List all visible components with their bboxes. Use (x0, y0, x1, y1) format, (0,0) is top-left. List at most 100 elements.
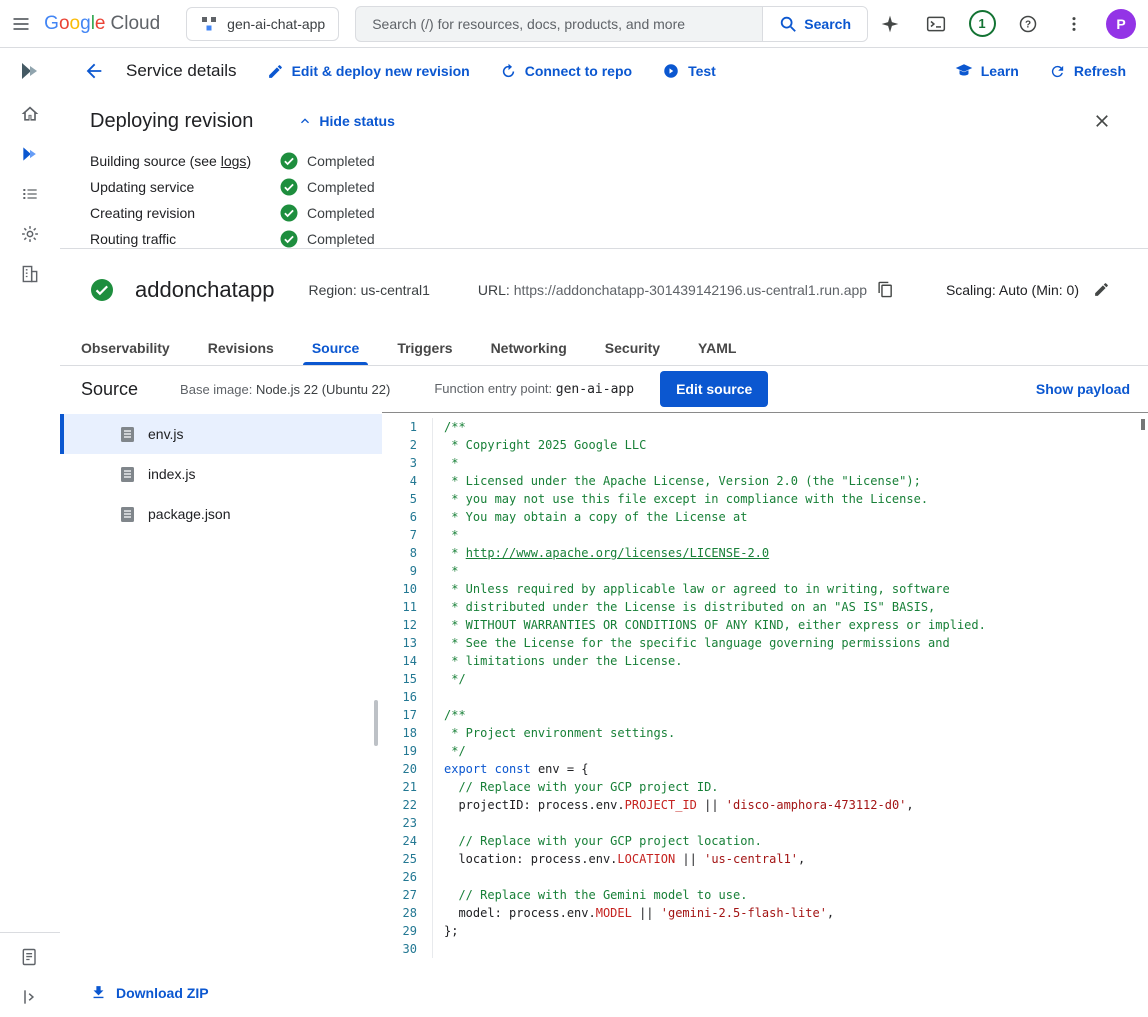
avatar[interactable]: P (1106, 9, 1136, 39)
entry-point: Function entry point: gen-ai-app (434, 381, 634, 397)
help-button[interactable]: ? (1006, 2, 1050, 46)
url-value: https://addonchatapp-301439142196.us-cen… (514, 282, 867, 298)
search-button-label: Search (804, 16, 851, 32)
check-circle-icon (280, 230, 298, 248)
more-options-button[interactable] (1052, 2, 1096, 46)
status-logs-link[interactable]: logs (221, 153, 247, 169)
download-zip-button[interactable]: Download ZIP (90, 984, 382, 1001)
file-item-env.js[interactable]: env.js (60, 414, 382, 454)
list-icon (20, 184, 40, 204)
file-item-index.js[interactable]: index.js (60, 454, 382, 494)
google-cloud-logo[interactable]: Google Cloud (44, 13, 160, 35)
file-panel-scrollbar[interactable] (374, 700, 378, 746)
learn-button[interactable]: Learn (955, 62, 1019, 80)
hide-status-label: Hide status (319, 113, 394, 129)
project-selector[interactable]: gen-ai-chat-app (186, 7, 339, 41)
gemini-button[interactable] (868, 2, 912, 46)
home-icon (20, 104, 40, 124)
service-region: Region: us-central1 (308, 282, 429, 298)
refresh-label: Refresh (1074, 63, 1126, 79)
base-image: Base image: Node.js 22 (Ubuntu 22) (180, 382, 390, 397)
source-toolbar: Source Base image: Node.js 22 (Ubuntu 22… (60, 366, 1148, 412)
menu-button[interactable] (0, 2, 42, 46)
file-name: package.json (148, 506, 231, 522)
tab-source[interactable]: Source (293, 330, 378, 365)
check-circle-icon (280, 152, 298, 170)
check-circle-icon (90, 278, 114, 302)
tab-observability[interactable]: Observability (62, 330, 189, 365)
sidebar-item-domains[interactable] (6, 255, 54, 293)
download-zip-label: Download ZIP (116, 985, 209, 1001)
building-icon (20, 264, 40, 284)
status-row: Building source (see logs)Completed (90, 148, 1124, 174)
file-icon (120, 426, 135, 443)
download-icon (90, 984, 107, 1001)
cloud-shell-button[interactable] (914, 2, 958, 46)
project-icon (200, 15, 218, 33)
search-icon (779, 15, 797, 33)
topbar-actions: 1 ? P (868, 2, 1140, 46)
tab-security[interactable]: Security (586, 330, 679, 365)
file-list: env.js index.js package.json (60, 412, 382, 534)
code-editor[interactable]: 1234567891011121314151617181920212223242… (382, 412, 1148, 1017)
tab-bar: ObservabilityRevisionsSourceTriggersNetw… (60, 330, 1148, 366)
test-button[interactable]: Test (662, 62, 716, 80)
base-image-value: Node.js 22 (Ubuntu 22) (256, 382, 390, 397)
base-image-label: Base image: (180, 382, 252, 397)
check-circle-icon (280, 204, 298, 222)
tab-yaml[interactable]: YAML (679, 330, 755, 365)
code-content: /** * Copyright 2025 Google LLC * * Lice… (444, 418, 986, 958)
left-sidebar (0, 48, 60, 1017)
hide-status-button[interactable]: Hide status (297, 113, 394, 129)
edit-deploy-button[interactable]: Edit & deploy new revision (267, 63, 470, 80)
status-label: Building source (see logs) (90, 153, 280, 169)
file-name: env.js (148, 426, 184, 442)
tab-networking[interactable]: Networking (472, 330, 586, 365)
search-input[interactable] (356, 7, 762, 41)
sidebar-release-notes[interactable] (6, 938, 54, 976)
svg-text:?: ? (1025, 19, 1031, 30)
sidebar-collapse[interactable] (6, 978, 54, 1016)
refresh-icon (1049, 63, 1066, 80)
sidebar-item-jobs[interactable] (6, 175, 54, 213)
service-details-header: Service details Edit & deploy new revisi… (60, 48, 1148, 94)
learn-icon (955, 62, 973, 80)
pencil-icon (267, 63, 284, 80)
top-app-bar: Google Cloud gen-ai-chat-app Search 1 ? … (0, 0, 1148, 48)
service-name: addonchatapp (135, 277, 274, 303)
copy-url-button[interactable] (877, 281, 894, 298)
play-icon (662, 62, 680, 80)
more-vertical-icon (1065, 15, 1083, 33)
gemini-sparkle-icon (880, 14, 900, 34)
back-button[interactable] (76, 53, 112, 89)
file-item-package.json[interactable]: package.json (60, 494, 382, 534)
status-value: Completed (307, 205, 375, 221)
deploy-status-list: Building source (see logs)CompletedUpdat… (90, 148, 1124, 252)
file-icon (120, 466, 135, 483)
notification-count-badge[interactable]: 1 (960, 2, 1004, 46)
status-label: Creating revision (90, 205, 280, 221)
sidebar-item-integrations[interactable] (6, 215, 54, 253)
gear-icon (20, 224, 40, 244)
cloud-run-services-icon (20, 144, 40, 164)
entry-point-value: gen-ai-app (556, 382, 634, 397)
edit-scaling-button[interactable] (1093, 281, 1110, 298)
project-name: gen-ai-chat-app (227, 16, 325, 32)
refresh-button[interactable]: Refresh (1049, 63, 1126, 80)
editor-scrollbar[interactable] (1141, 419, 1145, 430)
connect-repo-button[interactable]: Connect to repo (500, 63, 632, 80)
region-value: us-central1 (361, 282, 430, 298)
service-status-icon (90, 278, 114, 302)
edit-source-button[interactable]: Edit source (660, 371, 768, 407)
sidebar-item-home[interactable] (6, 95, 54, 133)
arrow-left-icon (83, 60, 105, 82)
tab-revisions[interactable]: Revisions (189, 330, 293, 365)
service-summary-bar: addonchatapp Region: us-central1 URL: ht… (60, 248, 1148, 330)
sidebar-item-services[interactable] (6, 135, 54, 173)
chevron-up-icon (297, 113, 313, 129)
show-payload-link[interactable]: Show payload (1036, 381, 1130, 397)
close-status-button[interactable] (1084, 103, 1120, 139)
tab-triggers[interactable]: Triggers (378, 330, 471, 365)
search-button[interactable]: Search (762, 7, 867, 41)
status-label: Updating service (90, 179, 280, 195)
